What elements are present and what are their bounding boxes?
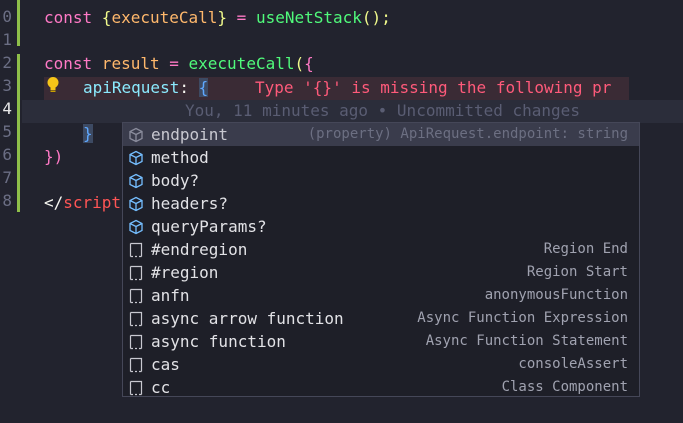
- code-line: apiRequest: {: [83, 76, 209, 99]
- suggestion-item[interactable]: headers?: [123, 192, 639, 215]
- suggestion-item[interactable]: cas consoleAssert: [123, 353, 639, 376]
- suggestion-item[interactable]: queryParams?: [123, 215, 639, 238]
- property-icon: [129, 219, 143, 235]
- punctuation: {: [304, 54, 314, 73]
- snippet-icon: [129, 357, 143, 373]
- function-name: executeCall: [188, 54, 295, 73]
- inline-error-message: Type '{}' is missing the following pr: [255, 78, 612, 97]
- suggestion-label: async function: [151, 332, 286, 351]
- line-number: 3: [2, 76, 12, 95]
- suggestion-label: #region: [151, 263, 219, 282]
- suggestion-item[interactable]: method: [123, 146, 639, 169]
- tag-name: script: [63, 193, 122, 212]
- suggestion-label: headers?: [151, 194, 229, 213]
- suggestion-detail: Async Function Expression: [417, 310, 628, 326]
- suggestion-detail: (property) ApiRequest.endpoint: string: [307, 126, 628, 142]
- punctuation: {: [198, 78, 209, 97]
- identifier: result: [92, 54, 160, 73]
- punctuation: (: [294, 54, 305, 73]
- snippet-icon: [129, 265, 143, 281]
- line-number: 0: [2, 7, 12, 26]
- lightbulb-icon[interactable]: [46, 76, 60, 94]
- suggestion-detail: Class Component: [501, 379, 628, 395]
- code-line: </script: [44, 191, 121, 214]
- line-number: 2: [2, 53, 12, 72]
- line-number: 5: [2, 122, 12, 141]
- suggestion-label: queryParams?: [151, 217, 267, 236]
- line-number: 1: [2, 30, 12, 49]
- line-number: 6: [2, 145, 12, 164]
- line-number: 7: [2, 168, 12, 187]
- suggestion-label: body?: [151, 171, 200, 190]
- suggestion-label: #endregion: [151, 240, 248, 259]
- punctuation: ();: [361, 8, 391, 27]
- punctuation: }: [217, 8, 228, 27]
- suggestion-label: cc: [151, 378, 171, 397]
- suggestion-label: cas: [151, 355, 180, 374]
- punctuation: {: [92, 8, 112, 27]
- suggestion-label: anfn: [151, 286, 190, 305]
- operator: =: [159, 54, 189, 73]
- code-editor[interactable]: 0 1 2 3 4 5 6 7 8 const {executeCall} = …: [0, 0, 683, 423]
- line-number: 8: [2, 191, 12, 210]
- suggestion-item[interactable]: anfn anonymousFunction: [123, 284, 639, 307]
- suggestion-item[interactable]: #endregion Region End: [123, 238, 639, 261]
- operator: =: [227, 8, 256, 27]
- git-blame-annotation: You, 11 minutes ago • Uncommitted change…: [185, 101, 580, 120]
- punctuation: </: [44, 193, 64, 212]
- autocomplete-widget[interactable]: endpoint (property) ApiRequest.endpoint:…: [122, 122, 640, 397]
- suggestion-detail: Region End: [543, 241, 628, 257]
- code-line: }: [83, 122, 93, 145]
- suggestion-detail: consoleAssert: [518, 356, 628, 372]
- suggestion-label: endpoint: [151, 125, 229, 144]
- snippet-icon: [129, 380, 143, 396]
- suggestion-label: async arrow function: [151, 309, 344, 328]
- suggestion-item[interactable]: async function Async Function Statement: [123, 330, 639, 353]
- property-icon: [129, 173, 143, 189]
- identifier: executeCall: [111, 8, 218, 27]
- suggestion-detail: Region Start: [526, 264, 628, 280]
- property-name: apiRequest: [83, 78, 180, 97]
- property-icon: [129, 127, 143, 143]
- suggestion-item[interactable]: async arrow function Async Function Expr…: [123, 307, 639, 330]
- code-line: const {executeCall} = useNetStack();: [44, 6, 391, 29]
- keyword: const: [44, 8, 93, 27]
- suggestion-item[interactable]: endpoint (property) ApiRequest.endpoint:…: [123, 123, 639, 146]
- property-icon: [129, 196, 143, 212]
- suggestion-detail: Async Function Statement: [425, 333, 628, 349]
- snippet-icon: [129, 288, 143, 304]
- punctuation: :: [179, 78, 199, 97]
- suggestion-item[interactable]: #region Region Start: [123, 261, 639, 284]
- suggestion-detail: anonymousFunction: [484, 287, 628, 303]
- snippet-icon: [129, 311, 143, 327]
- snippet-icon: [129, 334, 143, 350]
- suggestion-item[interactable]: cc Class Component: [123, 376, 639, 399]
- suggestion-item[interactable]: body?: [123, 169, 639, 192]
- line-number-active: 4: [2, 99, 12, 118]
- snippet-icon: [129, 242, 143, 258]
- keyword: const: [44, 54, 93, 73]
- git-change-bar: [17, 0, 20, 46]
- property-icon: [129, 150, 143, 166]
- suggestion-label: method: [151, 148, 209, 167]
- code-line: }): [44, 147, 64, 166]
- function-name: useNetStack: [255, 8, 362, 27]
- punctuation: }: [83, 124, 93, 143]
- git-change-bar: [17, 54, 20, 212]
- code-line: const result = executeCall({: [44, 52, 314, 75]
